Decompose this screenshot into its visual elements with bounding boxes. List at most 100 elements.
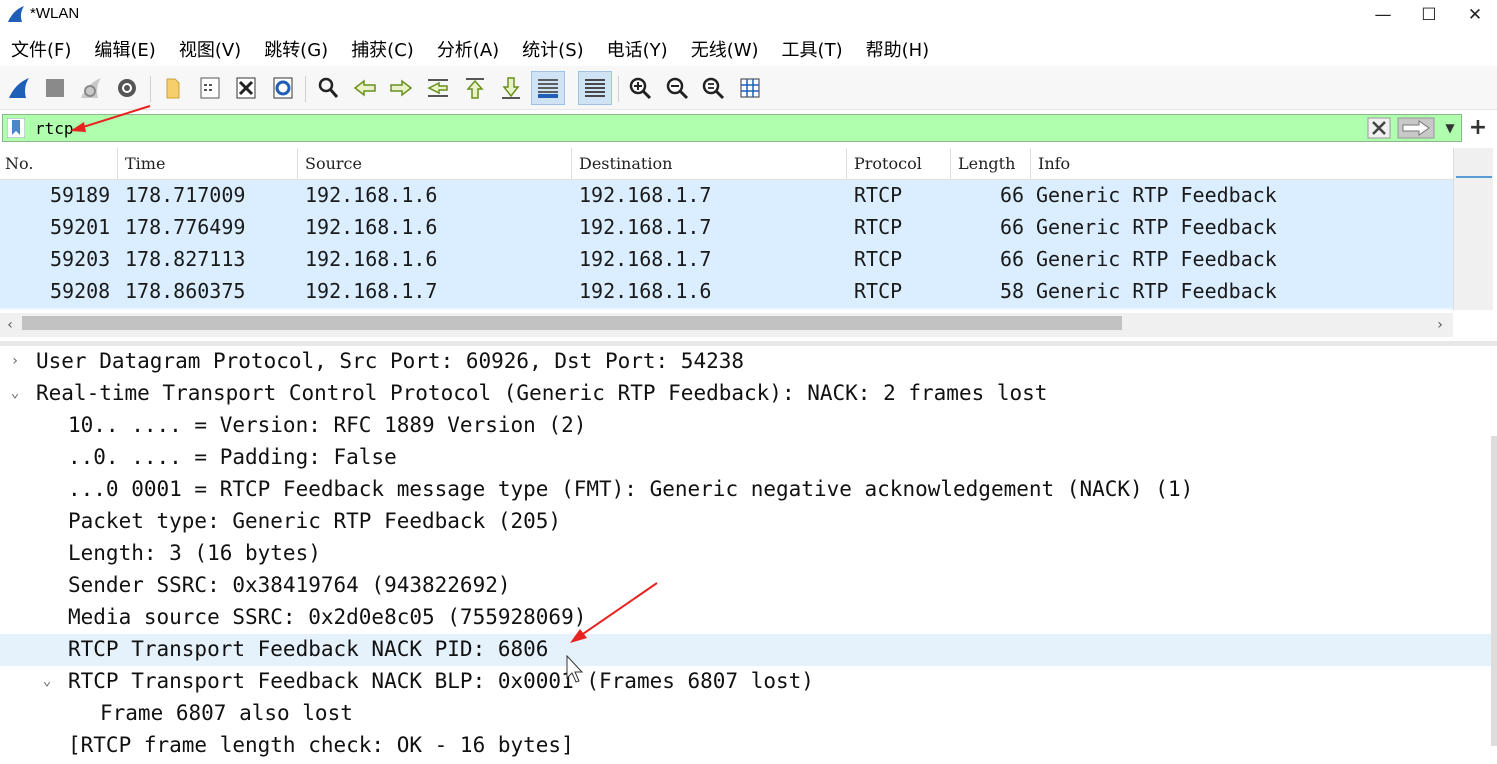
cell-no: 59203 xyxy=(50,247,111,271)
colorize-icon[interactable] xyxy=(578,71,612,105)
tree-item-label: Packet type: Generic RTP Feedback (205) xyxy=(68,509,562,533)
tree-item-nack-pid[interactable]: RTCP Transport Feedback NACK PID: 6806 xyxy=(0,634,1492,666)
tree-item-label: 10.. .... = Version: RFC 1889 Version (2… xyxy=(68,413,587,437)
collapse-arrow-icon[interactable]: ⌄ xyxy=(6,384,24,402)
menu-go[interactable]: 跳转(G) xyxy=(253,36,340,62)
collapse-arrow-icon[interactable]: ⌄ xyxy=(38,672,56,690)
add-filter-button-icon[interactable]: + xyxy=(1466,115,1490,140)
zoom-normal-icon[interactable] xyxy=(696,71,730,105)
cell-destination: 192.168.1.7 xyxy=(579,183,712,207)
table-row[interactable]: 59189 178.717009 192.168.1.6 192.168.1.7… xyxy=(0,180,1453,212)
menu-analyze[interactable]: 分析(A) xyxy=(426,36,511,62)
table-row[interactable]: 59203 178.827113 192.168.1.6 192.168.1.7… xyxy=(0,244,1453,276)
cell-protocol: RTCP xyxy=(854,247,903,271)
tree-item-label: Length: 3 (16 bytes) xyxy=(68,541,321,565)
tree-item-label: Media source SSRC: 0x2d0e8c05 (755928069… xyxy=(68,605,587,629)
menu-view[interactable]: 视图(V) xyxy=(168,36,253,62)
filter-history-dropdown-icon[interactable]: ▼ xyxy=(1440,119,1460,137)
close-file-icon[interactable] xyxy=(229,71,263,105)
close-button[interactable]: ✕ xyxy=(1452,0,1497,30)
display-filter-input[interactable]: rtcp ▼ xyxy=(2,114,1462,142)
cell-no: 59189 xyxy=(50,183,111,207)
menu-file[interactable]: 文件(F) xyxy=(0,36,83,62)
cell-length: 66 xyxy=(1000,215,1025,239)
capture-options-icon[interactable] xyxy=(110,71,144,105)
start-capture-icon[interactable] xyxy=(2,71,36,105)
table-row[interactable]: 59208 178.860375 192.168.1.7 192.168.1.6… xyxy=(0,276,1453,308)
apply-filter-icon[interactable] xyxy=(1397,117,1435,139)
tree-item-length[interactable]: Length: 3 (16 bytes) xyxy=(0,538,1492,570)
column-source[interactable]: Source xyxy=(300,148,572,180)
packet-list-vertical-scrollbar[interactable] xyxy=(1453,148,1493,310)
column-time[interactable]: Time xyxy=(120,148,298,180)
menu-edit[interactable]: 编辑(E) xyxy=(83,36,167,62)
packet-list-rows: 59189 178.717009 192.168.1.6 192.168.1.7… xyxy=(0,180,1453,310)
table-row-partial[interactable] xyxy=(0,308,1453,310)
tree-item-label: Frame 6807 also lost xyxy=(100,701,353,725)
tree-item-rtcp[interactable]: ⌄ Real-time Transport Control Protocol (… xyxy=(0,378,1492,410)
bookmark-icon[interactable] xyxy=(7,118,25,138)
scrollbar-thumb[interactable] xyxy=(22,316,1122,330)
save-file-icon[interactable] xyxy=(193,71,227,105)
cell-length: 66 xyxy=(1000,247,1025,271)
clear-filter-icon[interactable] xyxy=(1367,117,1391,139)
column-protocol[interactable]: Protocol xyxy=(849,148,951,180)
cell-length: 66 xyxy=(1000,183,1025,207)
zoom-in-icon[interactable] xyxy=(623,71,657,105)
go-last-icon[interactable] xyxy=(494,71,528,105)
tree-item-padding[interactable]: ..0. .... = Padding: False xyxy=(0,442,1492,474)
go-back-icon[interactable] xyxy=(348,71,382,105)
column-info[interactable]: Info xyxy=(1033,148,1453,180)
resize-columns-icon[interactable] xyxy=(733,71,767,105)
cell-info: Generic RTP Feedback xyxy=(1036,215,1277,239)
scroll-left-icon[interactable]: ‹ xyxy=(0,313,20,337)
minimize-button[interactable]: — xyxy=(1360,0,1406,30)
tree-item-label: [RTCP frame length check: OK - 16 bytes] xyxy=(68,733,574,757)
menu-telephony[interactable]: 电话(Y) xyxy=(596,36,680,62)
stop-capture-icon[interactable] xyxy=(38,71,72,105)
tree-item-sender-ssrc[interactable]: Sender SSRC: 0x38419764 (943822692) xyxy=(0,570,1492,602)
cell-no: 59208 xyxy=(50,279,111,303)
restart-capture-icon[interactable] xyxy=(74,71,108,105)
go-forward-icon[interactable] xyxy=(384,71,418,105)
tree-item-label: User Datagram Protocol, Src Port: 60926,… xyxy=(36,349,745,373)
scroll-marker xyxy=(1456,176,1492,178)
filter-text[interactable]: rtcp xyxy=(35,119,74,138)
maximize-button[interactable]: ☐ xyxy=(1406,0,1452,30)
column-no[interactable]: No. xyxy=(0,148,118,180)
tree-item-nack-blp[interactable]: ⌄ RTCP Transport Feedback NACK BLP: 0x00… xyxy=(0,666,1492,698)
column-length[interactable]: Length xyxy=(953,148,1031,180)
tree-item-frame-lost[interactable]: Frame 6807 also lost xyxy=(0,698,1492,730)
details-vertical-scrollbar[interactable] xyxy=(1491,436,1497,746)
autoscroll-icon[interactable] xyxy=(531,71,565,105)
tree-item-media-ssrc[interactable]: Media source SSRC: 0x2d0e8c05 (755928069… xyxy=(0,602,1492,634)
cell-destination: 192.168.1.7 xyxy=(579,215,712,239)
cell-destination: 192.168.1.6 xyxy=(579,279,712,303)
find-packet-icon[interactable] xyxy=(311,71,345,105)
tree-item-version[interactable]: 10.. .... = Version: RFC 1889 Version (2… xyxy=(0,410,1492,442)
expand-arrow-icon[interactable]: › xyxy=(6,352,24,370)
menu-wireless[interactable]: 无线(W) xyxy=(680,36,771,62)
zoom-out-icon[interactable] xyxy=(660,71,694,105)
title-bar: *WLAN — ☐ ✕ xyxy=(0,0,1497,30)
cell-destination: 192.168.1.7 xyxy=(579,247,712,271)
open-file-icon[interactable] xyxy=(155,71,189,105)
go-to-packet-icon[interactable] xyxy=(421,71,455,105)
tree-item-fmt[interactable]: ...0 0001 = RTCP Feedback message type (… xyxy=(0,474,1492,506)
packet-list-horizontal-scrollbar[interactable]: ‹ › xyxy=(0,313,1453,337)
menu-capture[interactable]: 捕获(C) xyxy=(340,36,426,62)
menu-statistics[interactable]: 统计(S) xyxy=(511,36,595,62)
cell-time: 178.827113 xyxy=(125,247,246,271)
menu-help[interactable]: 帮助(H) xyxy=(855,36,942,62)
packet-details-tree: › User Datagram Protocol, Src Port: 6092… xyxy=(0,346,1497,764)
scroll-right-icon[interactable]: › xyxy=(1430,313,1450,337)
tree-item-length-check[interactable]: [RTCP frame length check: OK - 16 bytes] xyxy=(0,730,1492,762)
column-destination[interactable]: Destination xyxy=(574,148,847,180)
menu-tools[interactable]: 工具(T) xyxy=(771,36,855,62)
tree-item-udp[interactable]: › User Datagram Protocol, Src Port: 6092… xyxy=(0,346,1492,378)
tree-item-packet-type[interactable]: Packet type: Generic RTP Feedback (205) xyxy=(0,506,1492,538)
go-first-icon[interactable] xyxy=(458,71,492,105)
reload-file-icon[interactable] xyxy=(266,71,300,105)
table-row[interactable]: 59201 178.776499 192.168.1.6 192.168.1.7… xyxy=(0,212,1453,244)
display-filter-bar: rtcp ▼ + xyxy=(0,112,1497,144)
